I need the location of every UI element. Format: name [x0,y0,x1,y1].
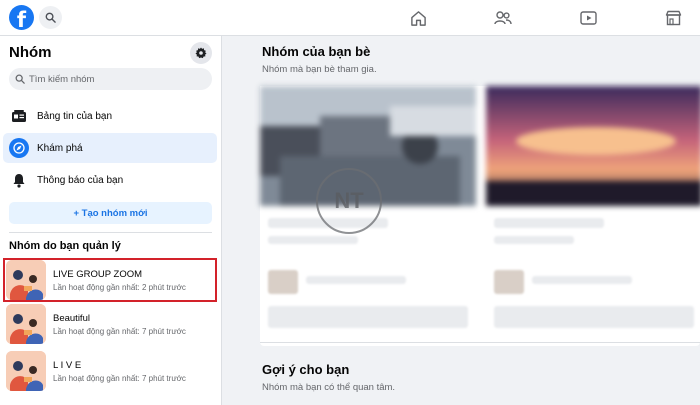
compass-icon [9,138,29,158]
gear-icon [195,47,207,59]
menu-item-feed[interactable]: Bảng tin của bạn [3,101,217,131]
watch-icon [579,10,597,25]
group-cover-thumbnail [6,304,46,344]
home-icon [410,10,426,26]
group-name: L I V E [53,359,82,371]
friends-groups-subtitle: Nhóm mà bạn bè tham gia. [262,64,377,75]
placeholder-bar [306,276,406,284]
placeholder-bar [532,276,632,284]
placeholder-button [268,306,468,328]
groups-sidebar: Nhóm Bảng tin của bạn Khám phá Thông báo… [0,36,222,405]
section-divider [260,342,700,343]
group-search-input[interactable] [29,73,199,85]
marketplace-tab[interactable] [664,9,682,27]
group-last-active: Lần hoạt động gần nhất: 7 phút trước [53,326,186,336]
friends-tab[interactable] [494,9,512,27]
watch-tab[interactable] [579,9,597,27]
search-button[interactable] [39,6,62,29]
group-last-active: Lần hoạt động gần nhất: 2 phút trước [53,282,186,292]
placeholder-bar [494,236,574,244]
placeholder-avatar [268,270,298,294]
group-card-image [486,86,700,206]
group-item-live[interactable]: L I V E Lần hoạt động gần nhất: 7 phút t… [3,349,217,393]
group-cover-thumbnail [6,260,46,300]
bell-icon [9,170,29,190]
suggestions-subtitle: Nhóm mà bạn có thể quan tâm. [262,382,396,393]
menu-item-label: Khám phá [37,142,83,154]
group-cover-thumbnail [6,351,46,391]
group-last-active: Lần hoạt động gần nhất: 7 phút trước [53,373,186,383]
home-tab[interactable] [409,9,427,27]
sidebar-divider [9,232,212,233]
group-name: Beautiful [53,312,90,324]
search-icon [45,12,56,23]
facebook-logo[interactable]: f [9,5,34,30]
menu-item-label: Bảng tin của bạn [37,110,113,122]
managed-groups-heading: Nhóm do bạn quản lý [9,240,121,252]
placeholder-bar [494,218,604,228]
group-search-field[interactable] [9,68,212,90]
settings-button[interactable] [190,42,212,64]
search-icon [15,74,25,84]
placeholder-button [494,306,694,328]
friends-groups-title: Nhóm của bạn bè [262,44,371,59]
suggestions-title: Gợi ý cho bạn [262,362,350,377]
marketplace-icon [665,10,681,26]
watermark-logo: NT [316,168,382,234]
group-card[interactable] [486,86,700,336]
placeholder-bar [268,236,358,244]
create-group-button[interactable]: + Tạo nhóm mới [9,202,212,224]
feed-icon [9,106,29,126]
menu-item-label: Thông báo của bạn [37,174,124,186]
sidebar-title: Nhóm [9,44,52,61]
group-name: LIVE GROUP ZOOM [53,268,143,280]
top-navigation-bar: f [0,0,700,36]
group-item-beautiful[interactable]: Beautiful Lần hoạt động gần nhất: 7 phút… [3,302,217,346]
main-content: Nhóm của bạn bè Nhóm mà bạn bè tham gia.… [222,36,700,405]
menu-item-notifications[interactable]: Thông báo của bạn [3,165,217,195]
friends-icon [494,11,512,25]
menu-item-discover[interactable]: Khám phá [3,133,217,163]
group-item-live-group-zoom[interactable]: LIVE GROUP ZOOM Lần hoạt động gần nhất: … [3,258,217,302]
placeholder-avatar [494,270,524,294]
